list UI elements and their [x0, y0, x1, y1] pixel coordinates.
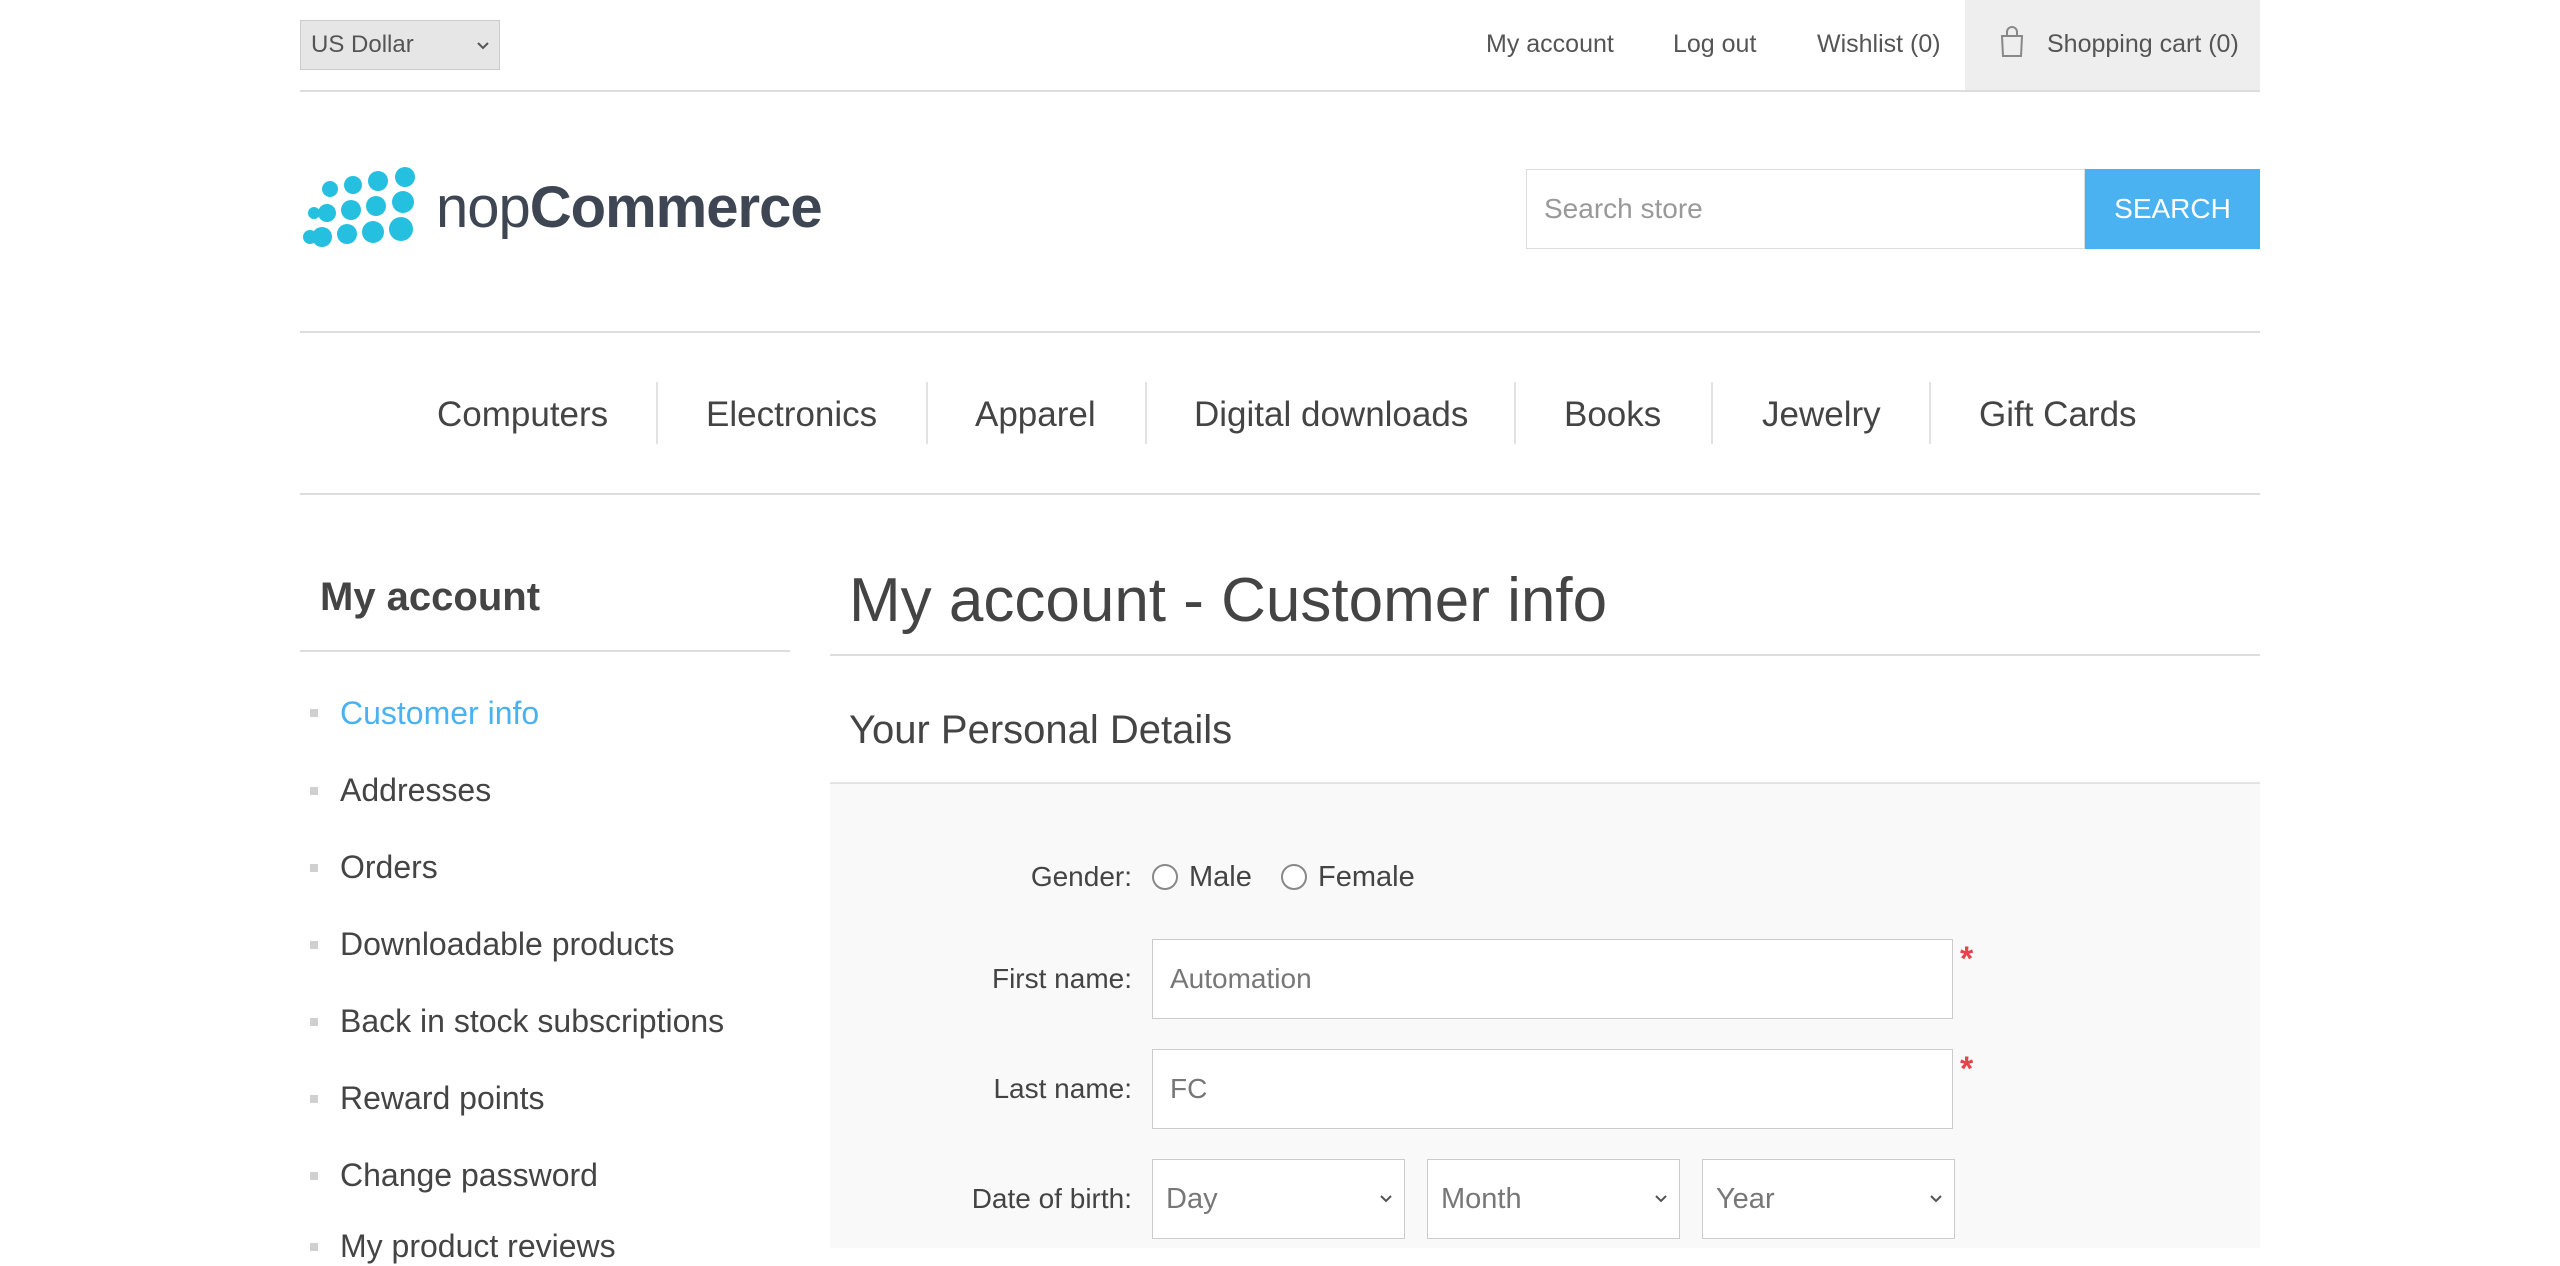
dob-year-value: Year: [1716, 1183, 1775, 1215]
required-marker: *: [1960, 1050, 1974, 1088]
header-link-my-account[interactable]: My account: [1486, 26, 1614, 62]
menu-separator: [1145, 382, 1147, 444]
page-title-divider: [830, 654, 2260, 656]
header-link-wishlist[interactable]: Wishlist (0): [1817, 26, 1941, 62]
sidebar-bullet: [310, 787, 318, 795]
gender-male-radio[interactable]: [1152, 864, 1178, 890]
menu-item-apparel[interactable]: Apparel: [975, 390, 1096, 440]
logo-wordmark[interactable]: nopCommerce: [436, 174, 823, 241]
sidebar-bullet: [310, 709, 318, 717]
dob-year-select[interactable]: Year: [1702, 1159, 1955, 1239]
dob-month-select[interactable]: Month: [1427, 1159, 1680, 1239]
gender-male-label[interactable]: Male: [1189, 859, 1252, 895]
last-name-field[interactable]: FC: [1152, 1049, 1953, 1129]
menu-item-digital-downloads[interactable]: Digital downloads: [1194, 390, 1468, 440]
sidebar-bullet: [310, 1018, 318, 1026]
dob-day-select[interactable]: Day: [1152, 1159, 1405, 1239]
menu-separator: [926, 382, 928, 444]
sidebar-item-customer-info[interactable]: Customer info: [340, 693, 539, 733]
sidebar-bullet: [310, 1172, 318, 1180]
menu-item-computers[interactable]: Computers: [437, 390, 608, 440]
gender-label: Gender:: [1030, 861, 1132, 892]
sidebar-item-orders[interactable]: Orders: [340, 847, 438, 887]
sidebar-item-addresses[interactable]: Addresses: [340, 770, 491, 810]
sidebar-item-back-in-stock[interactable]: Back in stock subscriptions: [340, 1001, 724, 1041]
sidebar-bullet: [310, 1243, 318, 1251]
menu-divider-top: [300, 331, 2260, 333]
menu-separator: [656, 382, 658, 444]
chevron-down-icon: [477, 42, 489, 50]
required-marker: *: [1960, 940, 1974, 978]
menu-item-books[interactable]: Books: [1564, 390, 1661, 440]
nopcommerce-logo-icon[interactable]: [300, 165, 430, 265]
sidebar-bullet: [310, 1095, 318, 1103]
section-title: Your Personal Details: [849, 708, 1233, 752]
gender-female-radio[interactable]: [1281, 864, 1307, 890]
dob-month-value: Month: [1441, 1183, 1522, 1215]
chevron-down-icon: [1655, 1195, 1667, 1203]
search-input[interactable]: [1526, 169, 2085, 249]
sidebar-item-change-password[interactable]: Change password: [340, 1155, 598, 1195]
sidebar-bullet: [310, 941, 318, 949]
menu-divider-bottom: [300, 493, 2260, 495]
sidebar-title: My account: [320, 575, 541, 619]
first-name-field[interactable]: Automation: [1152, 939, 1953, 1019]
menu-item-jewelry[interactable]: Jewelry: [1762, 390, 1881, 440]
date-of-birth-label: Date of birth:: [971, 1183, 1132, 1214]
menu-separator: [1711, 382, 1713, 444]
sidebar-item-downloadable-products[interactable]: Downloadable products: [340, 924, 674, 964]
menu-separator: [1929, 382, 1931, 444]
menu-separator: [1514, 382, 1516, 444]
shopping-bag-icon: [2000, 26, 2024, 57]
first-name-label: First name:: [991, 963, 1132, 994]
logo-text-commerce: Commerce: [529, 175, 823, 240]
currency-selected: US Dollar: [311, 31, 414, 58]
menu-item-gift-cards[interactable]: Gift Cards: [1979, 390, 2137, 440]
currency-selector[interactable]: US Dollar: [300, 20, 500, 70]
sidebar-item-reward-points[interactable]: Reward points: [340, 1078, 545, 1118]
search-button[interactable]: Search: [2085, 169, 2260, 249]
dob-day-value: Day: [1166, 1183, 1218, 1215]
logo-text-nop: nop: [436, 175, 531, 240]
sidebar-item-my-product-reviews[interactable]: My product reviews: [340, 1226, 616, 1266]
header-divider: [300, 90, 2260, 92]
menu-item-electronics[interactable]: Electronics: [706, 390, 877, 440]
chevron-down-icon: [1380, 1195, 1392, 1203]
sidebar-divider: [300, 650, 790, 652]
chevron-down-icon: [1930, 1195, 1942, 1203]
last-name-label: Last name:: [993, 1073, 1132, 1104]
page-title: My account - Customer info: [849, 566, 1608, 635]
header-link-log-out[interactable]: Log out: [1673, 26, 1756, 62]
gender-female-label[interactable]: Female: [1318, 859, 1415, 895]
shopping-cart-label: Shopping cart (0): [2047, 30, 2239, 58]
sidebar-bullet: [310, 864, 318, 872]
